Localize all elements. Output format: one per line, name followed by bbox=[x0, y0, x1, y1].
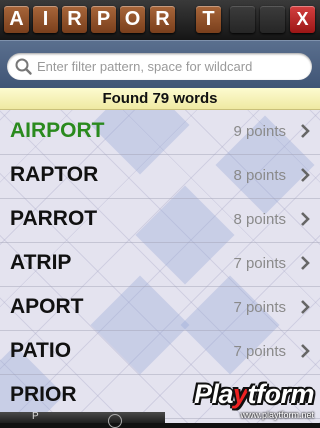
word-label: RAPTOR bbox=[10, 163, 99, 186]
word-row[interactable]: AIRPORT 9 points bbox=[0, 110, 320, 155]
points-label: 8 points bbox=[233, 211, 286, 228]
search-field[interactable] bbox=[7, 53, 312, 80]
letter-tile[interactable]: T bbox=[196, 6, 221, 33]
letter-tile[interactable]: R bbox=[150, 6, 175, 33]
empty-tile-slot bbox=[230, 6, 255, 33]
close-button[interactable]: X bbox=[290, 6, 315, 33]
empty-tile-slot bbox=[260, 6, 285, 33]
watermark: Playtform www.playtform.net bbox=[160, 378, 320, 423]
word-label: PATIO bbox=[10, 339, 72, 362]
letter-tile[interactable]: O bbox=[120, 6, 145, 33]
watermark-url: www.playtform.net bbox=[240, 410, 314, 420]
word-row[interactable]: PARROT 8 points bbox=[0, 198, 320, 243]
search-icon bbox=[15, 58, 32, 75]
word-list[interactable]: AIRPORT 9 points RAPTOR 8 points PARROT … bbox=[0, 110, 320, 423]
chevron-right-icon bbox=[301, 256, 310, 270]
toolbar-circle-icon[interactable] bbox=[108, 414, 122, 428]
word-label: PRIOR bbox=[10, 383, 77, 406]
points-label: 8 points bbox=[233, 167, 286, 184]
word-row[interactable]: ATRIP 7 points bbox=[0, 242, 320, 287]
word-row[interactable]: APORT 7 points bbox=[0, 286, 320, 331]
letter-tile[interactable]: A bbox=[4, 6, 29, 33]
bottom-toolbar: P bbox=[0, 411, 165, 428]
points-label: 7 points bbox=[233, 343, 286, 360]
chevron-right-icon bbox=[301, 212, 310, 226]
points-label: 9 points bbox=[233, 123, 286, 140]
word-label: PARROT bbox=[10, 207, 98, 230]
toolbar-button[interactable]: P bbox=[32, 411, 39, 422]
letter-tile[interactable]: R bbox=[62, 6, 87, 33]
letter-tile[interactable]: P bbox=[91, 6, 116, 33]
word-label: AIRPORT bbox=[10, 119, 105, 142]
points-label: 7 points bbox=[233, 255, 286, 272]
chevron-right-icon bbox=[301, 344, 310, 358]
word-label: ATRIP bbox=[10, 251, 72, 274]
word-row[interactable]: RAPTOR 8 points bbox=[0, 154, 320, 199]
word-label: APORT bbox=[10, 295, 84, 318]
chevron-right-icon bbox=[301, 300, 310, 314]
search-bar bbox=[0, 40, 320, 89]
chevron-right-icon bbox=[301, 168, 310, 182]
letter-tile[interactable]: I bbox=[33, 6, 58, 33]
word-row[interactable]: PATIO 7 points bbox=[0, 330, 320, 375]
letter-tile-bar: A I R P O R T X bbox=[0, 0, 320, 40]
points-label: 7 points bbox=[233, 299, 286, 316]
results-count-header: Found 79 words bbox=[0, 88, 320, 110]
watermark-logo: Playtform bbox=[193, 379, 315, 409]
chevron-right-icon bbox=[301, 124, 310, 138]
search-input[interactable] bbox=[37, 53, 305, 80]
